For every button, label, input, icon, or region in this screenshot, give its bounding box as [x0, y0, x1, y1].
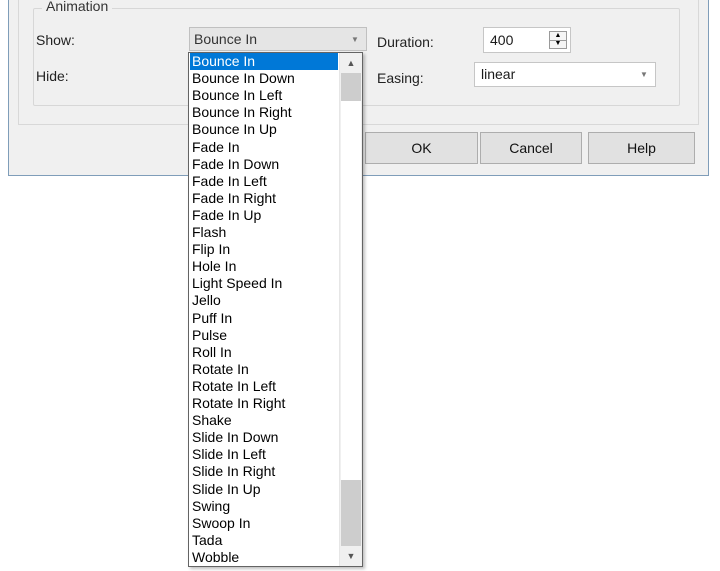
- dropdown-option[interactable]: Swoop In: [190, 515, 338, 532]
- dropdown-option[interactable]: Rotate In: [190, 361, 338, 378]
- show-label: Show:: [36, 32, 75, 48]
- scrollbar-thumb[interactable]: [341, 101, 361, 480]
- chevron-down-icon[interactable]: ▼: [344, 28, 366, 50]
- duration-label: Duration:: [377, 34, 434, 50]
- dropdown-option[interactable]: Wobble: [190, 549, 338, 566]
- dropdown-option[interactable]: Jello: [190, 292, 338, 309]
- dropdown-option[interactable]: Roll In: [190, 344, 338, 361]
- dropdown-option[interactable]: Fade In Left: [190, 173, 338, 190]
- dropdown-option[interactable]: Fade In Right: [190, 190, 338, 207]
- cancel-button[interactable]: Cancel: [480, 132, 582, 164]
- dropdown-option[interactable]: Bounce In Right: [190, 104, 338, 121]
- dropdown-option[interactable]: Slide In Up: [190, 481, 338, 498]
- duration-spinbox[interactable]: 400 ▲ ▼: [483, 27, 571, 53]
- dropdown-option[interactable]: Rotate In Right: [190, 395, 338, 412]
- dropdown-option[interactable]: Fade In Up: [190, 207, 338, 224]
- spin-down-icon[interactable]: ▼: [550, 40, 566, 48]
- dropdown-option[interactable]: Slide In Down: [190, 429, 338, 446]
- show-combobox-value: Bounce In: [194, 31, 258, 47]
- dropdown-option[interactable]: Puff In: [190, 310, 338, 327]
- dropdown-option[interactable]: Bounce In Up: [190, 121, 338, 138]
- duration-value: 400: [490, 32, 514, 48]
- dropdown-option[interactable]: Swing: [190, 498, 338, 515]
- easing-combobox-value: linear: [481, 66, 516, 82]
- dropdown-option[interactable]: Rotate In Left: [190, 378, 338, 395]
- dropdown-option[interactable]: Tada: [190, 532, 338, 549]
- scroll-up-icon[interactable]: ▲: [340, 53, 362, 73]
- dropdown-option[interactable]: Fade In: [190, 139, 338, 156]
- easing-combobox[interactable]: linear ▼: [474, 62, 656, 87]
- show-dropdown-list[interactable]: Bounce In Bounce In Down Bounce In Left Bou…: [188, 52, 363, 567]
- dropdown-option[interactable]: Flip In: [190, 241, 338, 258]
- scrollbar-track-top[interactable]: [341, 73, 361, 101]
- dropdown-option[interactable]: Flash: [190, 224, 338, 241]
- dropdown-option[interactable]: Bounce In Left: [190, 87, 338, 104]
- dropdown-option[interactable]: Bounce In Down: [190, 70, 338, 87]
- dropdown-scrollbar[interactable]: ▲ ▼: [339, 53, 362, 566]
- dropdown-option[interactable]: Hole In: [190, 258, 338, 275]
- dropdown-option[interactable]: Light Speed In: [190, 275, 338, 292]
- ok-button[interactable]: OK: [365, 132, 478, 164]
- dropdown-option[interactable]: Slide In Right: [190, 463, 338, 480]
- dropdown-option[interactable]: Slide In Left: [190, 446, 338, 463]
- dropdown-option[interactable]: Bounce In: [190, 53, 338, 70]
- scrollbar-track-bottom[interactable]: [341, 480, 361, 546]
- scroll-down-icon[interactable]: ▼: [340, 546, 362, 566]
- animation-group-title: Animation: [42, 0, 113, 16]
- easing-label: Easing:: [377, 70, 424, 86]
- show-combobox[interactable]: Bounce In ▼: [189, 27, 367, 51]
- dropdown-option[interactable]: Shake: [190, 412, 338, 429]
- help-button[interactable]: Help: [588, 132, 695, 164]
- hide-label: Hide:: [36, 68, 69, 84]
- dropdown-option[interactable]: Pulse: [190, 327, 338, 344]
- duration-spin-buttons: ▲ ▼: [549, 31, 567, 49]
- chevron-down-icon[interactable]: ▼: [633, 63, 655, 85]
- dropdown-option[interactable]: Fade In Down: [190, 156, 338, 173]
